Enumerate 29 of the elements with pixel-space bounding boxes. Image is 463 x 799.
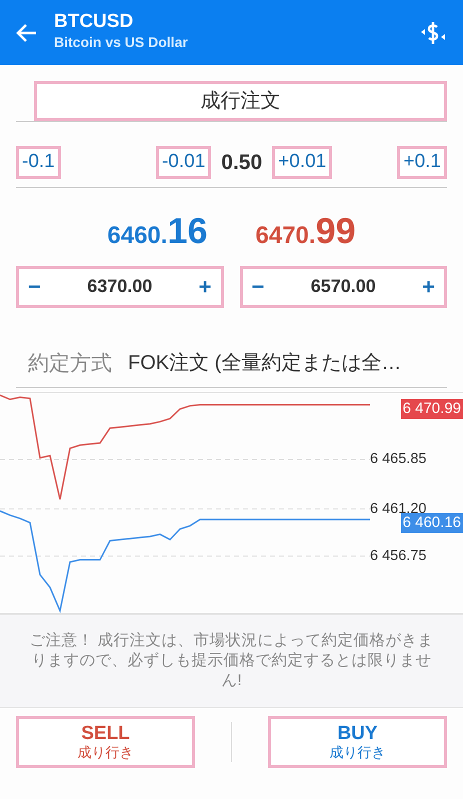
increase-button[interactable]: + xyxy=(190,270,220,303)
volume-step-button[interactable]: +0.01 xyxy=(272,146,332,178)
price-axis-label: 6 465.85 xyxy=(370,452,426,466)
stop-loss-field[interactable]: − 6370.00 + xyxy=(16,266,224,308)
price-tag: 6 460.16 xyxy=(400,513,463,534)
fill-policy-label: 約定方式 xyxy=(28,350,112,376)
price-axis-label: 6 461.20 xyxy=(370,502,426,516)
bid-price: 6460.16 xyxy=(107,208,208,252)
take-profit-field[interactable]: − 6570.00 + xyxy=(240,266,447,308)
price-tag: 6 470.99 xyxy=(400,398,463,419)
fill-policy-dropdown[interactable]: 約定方式 FOK注文 (全量約定または全… xyxy=(16,348,447,388)
back-icon[interactable] xyxy=(16,22,38,42)
currency-exchange-icon[interactable] xyxy=(419,20,447,46)
symbol-description: Bitcoin vs US Dollar xyxy=(54,33,189,52)
decrease-button[interactable]: − xyxy=(244,270,272,303)
fill-policy-value: FOK注文 (全量約定または全… xyxy=(128,351,402,376)
ask-price: 6470.99 xyxy=(256,208,356,252)
buy-button[interactable]: BUY 成り行き xyxy=(268,716,447,768)
symbol-title: BTCUSD xyxy=(54,12,134,32)
sell-button[interactable]: SELL 成り行き xyxy=(16,716,195,768)
order-type-dropdown[interactable]: 成行注文 xyxy=(34,81,447,121)
warning-text: ご注意！ 成行注文は、市場状況によって約定価格がきまりますので、必ずしも提示価格で約定するとは限りません! xyxy=(28,631,435,692)
volume-value: 0.50 xyxy=(221,150,262,176)
decrease-button[interactable]: − xyxy=(20,270,49,303)
volume-step-button[interactable]: -0.01 xyxy=(156,146,212,178)
volume-step-button[interactable]: +0.1 xyxy=(397,146,447,178)
price-axis-label: 6 456.75 xyxy=(370,549,426,564)
increase-button[interactable]: + xyxy=(414,270,443,303)
volume-step-button[interactable]: -0.1 xyxy=(16,146,61,178)
